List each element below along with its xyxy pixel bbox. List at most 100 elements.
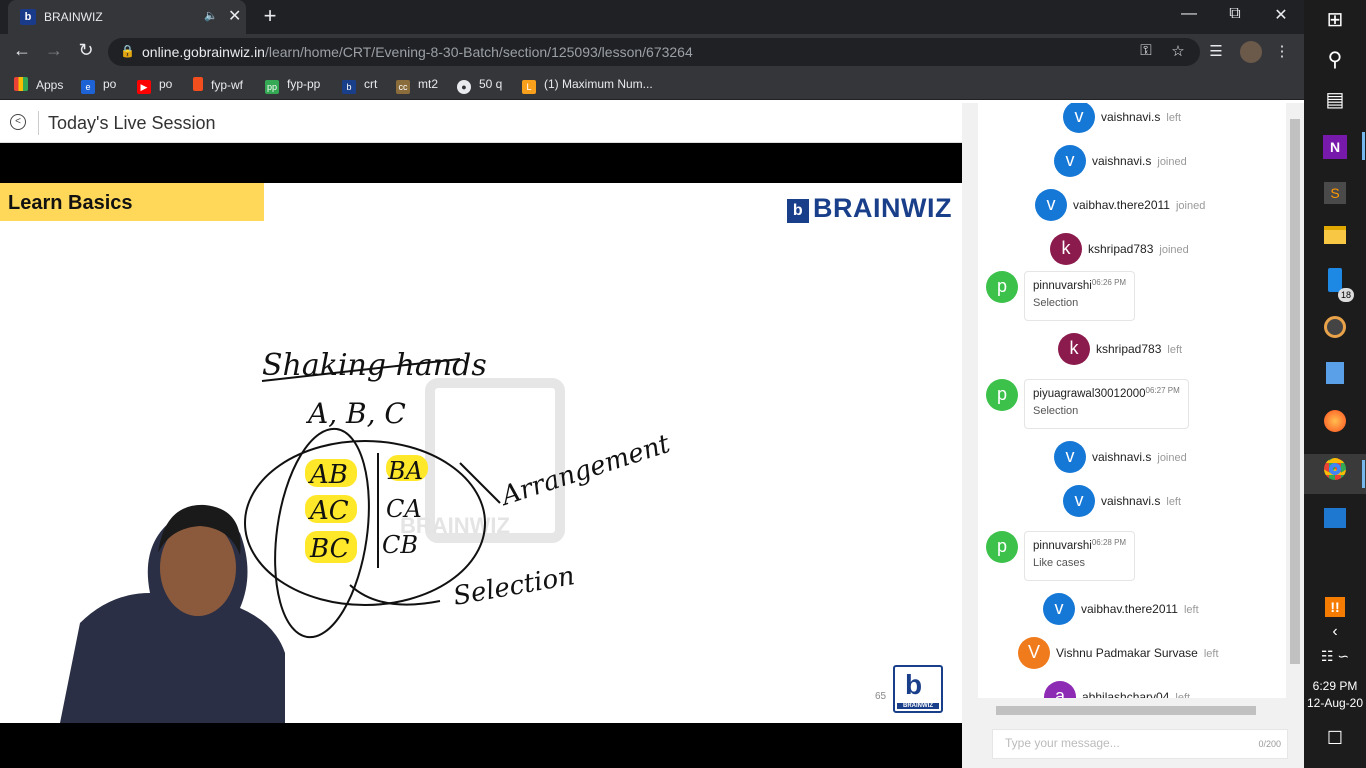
notification-badge: 18 xyxy=(1338,288,1354,302)
image-icon: pp xyxy=(265,80,279,94)
start-windows-icon[interactable]: ⊞ xyxy=(1304,0,1366,40)
back-button[interactable]: ← xyxy=(10,40,34,61)
event-user: vaibhav.there2011 xyxy=(1081,602,1178,616)
char-counter: 0/200 xyxy=(1258,739,1281,749)
hw-ab: AB xyxy=(308,460,348,490)
bookmark-fyp-pp[interactable]: pp fyp-pp xyxy=(265,77,320,94)
user-avatar: v xyxy=(1063,485,1095,517)
close-window-button[interactable]: ✕ xyxy=(1266,5,1296,25)
event-user: Vishnu Padmakar Survase xyxy=(1056,646,1198,660)
firefox-icon[interactable] xyxy=(1304,406,1366,446)
event-text: kshripad783 left xyxy=(1096,342,1182,356)
event-user: kshripad783 xyxy=(1096,342,1162,356)
user-avatar: v xyxy=(1063,103,1095,133)
message-header: pinnuvarshi06:26 PM xyxy=(1033,278,1126,292)
event-action: joined xyxy=(1157,452,1187,464)
message-time: 06:26 PM xyxy=(1091,278,1127,287)
message-input[interactable] xyxy=(1005,736,1245,750)
chat-message: p pinnuvarshi06:28 PM Like cases xyxy=(986,531,1246,583)
restore-button[interactable]: ⧉ xyxy=(1220,5,1250,23)
bookmark-fyp-wf[interactable]: fyp-wf xyxy=(193,77,243,92)
browser-tab[interactable]: b BRAINWIZ 🔈 ✕ xyxy=(8,0,246,34)
message-text: Selection xyxy=(1033,405,1079,417)
address-bar[interactable]: 🔒 online.gobrainwiz.in/learn/home/CRT/Ev… xyxy=(108,38,1200,66)
event-action: left xyxy=(1203,648,1219,660)
lock-icon[interactable]: 🔒 xyxy=(120,44,135,58)
event-text: vaibhav.there2011 joined xyxy=(1073,198,1205,212)
onenote-icon[interactable]: N xyxy=(1304,126,1366,166)
sublime-icon[interactable]: S xyxy=(1304,172,1366,212)
event-user: abhilashchary04 xyxy=(1082,690,1170,698)
bookmark-po-edge[interactable]: e po xyxy=(81,77,116,94)
apps-grid-icon xyxy=(14,77,28,91)
close-tab-icon[interactable]: ✕ xyxy=(228,6,241,26)
profile-avatar[interactable] xyxy=(1240,41,1262,63)
user-avatar: p xyxy=(986,271,1018,303)
header-divider xyxy=(38,111,39,135)
user-avatar: k xyxy=(1050,233,1082,265)
system-clock[interactable]: 6:29 PM 12-Aug-20 xyxy=(1304,678,1366,712)
chrome-icon[interactable] xyxy=(1304,454,1366,494)
bookmark-apps[interactable]: Apps xyxy=(14,77,63,92)
bookmark-mt2[interactable]: cc mt2 xyxy=(396,77,438,94)
hw-title: Shaking hands xyxy=(262,348,487,383)
search-icon[interactable]: ⚲ xyxy=(1304,40,1366,80)
scroll-thumb[interactable] xyxy=(996,706,1256,715)
menu-kebab-icon[interactable]: ⋮ xyxy=(1272,42,1292,60)
chat-panel: v vaishnavi.s left v vaishnavi.s joined v vaibh… xyxy=(962,103,1304,768)
user-avatar: v xyxy=(1054,441,1086,473)
message-time: 06:28 PM xyxy=(1091,538,1127,547)
calculator-icon[interactable] xyxy=(1304,358,1366,398)
new-tab-button[interactable]: + xyxy=(258,3,282,29)
photos-icon[interactable] xyxy=(1304,502,1366,542)
slide-page-number: 65 xyxy=(875,691,887,702)
event-action: joined xyxy=(1157,156,1187,168)
chat-feed[interactable]: v vaishnavi.s left v vaishnavi.s joined v vaibh… xyxy=(978,103,1286,698)
event-action: joined xyxy=(1159,244,1189,256)
hw-ca: CA xyxy=(386,495,422,523)
file-explorer-icon[interactable] xyxy=(1304,218,1366,258)
event-user: vaishnavi.s xyxy=(1092,154,1152,168)
hw-arrangement: Arrangement xyxy=(496,429,674,512)
event-user: vaishnavi.s xyxy=(1092,450,1152,464)
media-player-icon[interactable] xyxy=(1304,312,1366,352)
bookmark-crt[interactable]: b crt xyxy=(342,77,377,94)
bookmark-50q[interactable]: ● 50 q xyxy=(457,77,502,94)
event-user: vaishnavi.s xyxy=(1101,110,1161,124)
event-text: kshripad783 joined xyxy=(1088,242,1189,256)
chat-vertical-scrollbar[interactable] xyxy=(1288,103,1302,698)
scroll-thumb[interactable] xyxy=(1290,119,1300,664)
event-user: vaishnavi.s xyxy=(1101,494,1161,508)
back-circle-icon[interactable]: < xyxy=(10,114,26,130)
event-text: abhilashchary04 left xyxy=(1082,690,1190,698)
event-text: vaishnavi.s left xyxy=(1101,110,1181,124)
media-control-icon[interactable]: ☰ xyxy=(1206,42,1226,60)
task-view-icon[interactable]: ▤ xyxy=(1304,80,1366,120)
message-user: pinnuvarshi xyxy=(1033,540,1092,552)
url-text[interactable]: online.gobrainwiz.in/learn/home/CRT/Even… xyxy=(142,44,693,60)
edge-icon: e xyxy=(81,80,95,94)
hw-items: A, B, C xyxy=(305,397,406,430)
bookmark-maximum-num[interactable]: L (1) Maximum Num... xyxy=(522,77,653,94)
slide: Learn Basics b BRAINWIZ BRAINWIZ Shaking… xyxy=(0,183,962,723)
reload-button[interactable]: ↻ xyxy=(74,40,98,61)
user-avatar: k xyxy=(1058,333,1090,365)
network-battery-icons[interactable]: ☷ ∽ xyxy=(1304,636,1366,676)
cc-icon: cc xyxy=(396,80,410,94)
video-player[interactable]: Learn Basics b BRAINWIZ BRAINWIZ Shaking… xyxy=(0,143,962,768)
page-title: Today's Live Session xyxy=(48,113,216,133)
chat-horizontal-scrollbar[interactable] xyxy=(978,703,1284,717)
key-icon[interactable]: ⚿ xyxy=(1136,42,1156,59)
page-content: < Today's Live Session Learn Basics b BRA… xyxy=(0,103,1304,768)
speaker-icon[interactable]: 🔈 xyxy=(204,9,218,22)
event-text: vaishnavi.s joined xyxy=(1092,154,1187,168)
minimize-button[interactable]: — xyxy=(1174,5,1204,23)
bookmark-star-icon[interactable]: ☆ xyxy=(1168,42,1188,60)
event-action: left xyxy=(1175,692,1191,698)
user-avatar: a xyxy=(1044,681,1076,698)
phone-icon[interactable]: 18 xyxy=(1304,266,1366,306)
bookmark-po-youtube[interactable]: ▶ po xyxy=(137,77,172,94)
forward-button[interactable]: → xyxy=(42,40,66,61)
message-bubble: piyuagrawal3001200006:27 PM Selection xyxy=(1024,379,1189,429)
notifications-icon[interactable]: ☐ xyxy=(1304,718,1366,758)
